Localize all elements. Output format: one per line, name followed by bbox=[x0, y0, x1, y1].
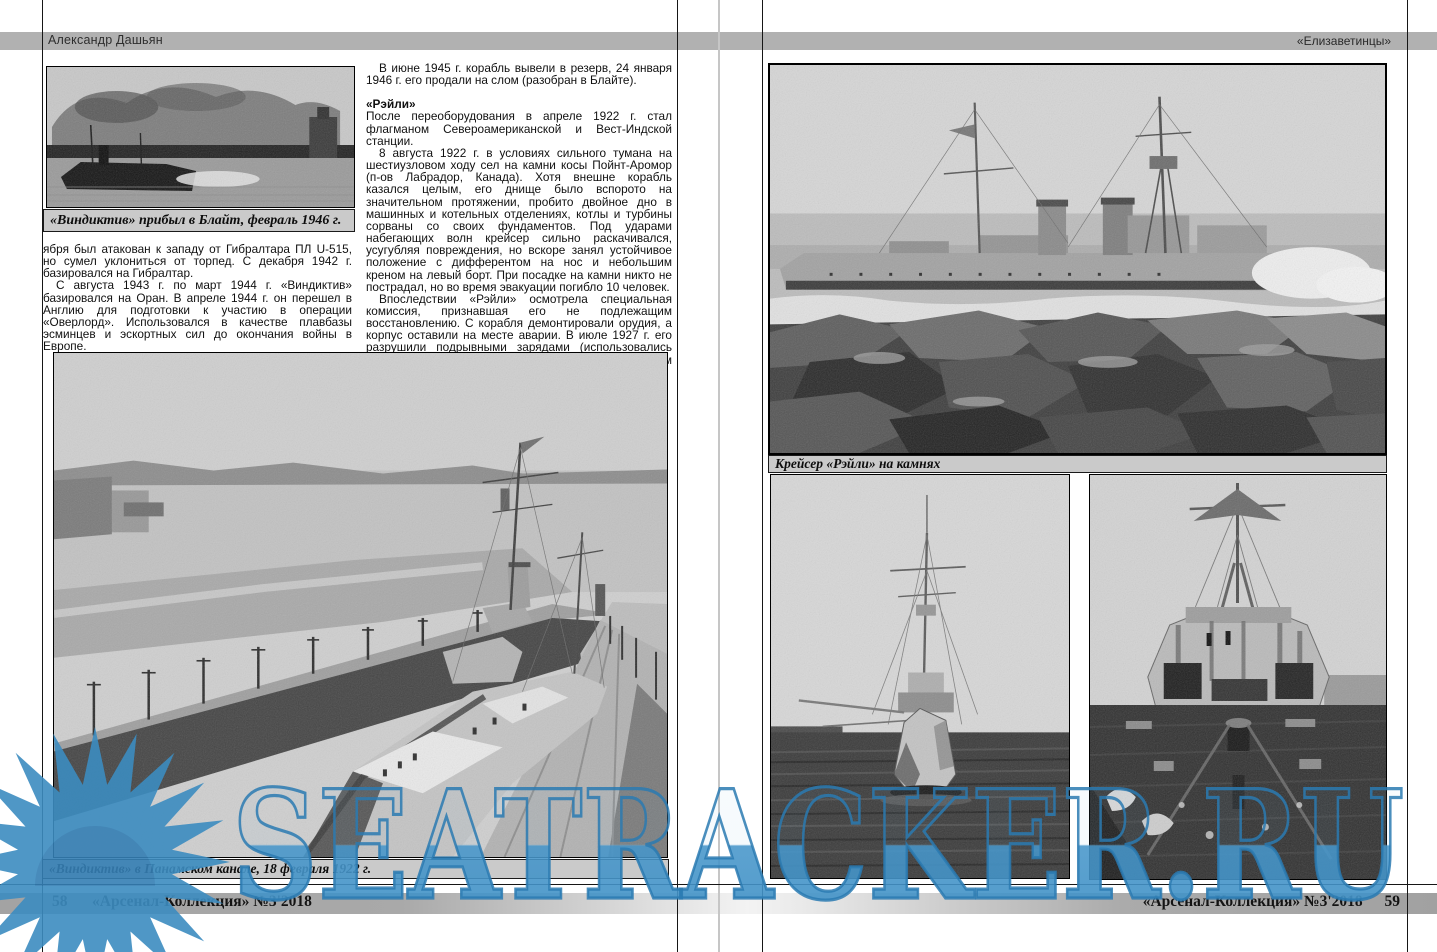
photo-raleigh-deck-view bbox=[1089, 474, 1387, 880]
header-author-name: Александр Дашьян bbox=[48, 33, 163, 47]
crop-line-right bbox=[1407, 0, 1408, 952]
crop-line-center-right bbox=[762, 0, 763, 952]
paragraph: ября был атакован к западу от Гибралтара… bbox=[43, 243, 352, 279]
journal-title-left: «Арсенал-Коллекция» №3'2018 bbox=[92, 893, 312, 911]
caption-text: Крейсер «Рэйли» на камнях bbox=[775, 456, 940, 472]
photo-raleigh-bow-view bbox=[770, 474, 1070, 879]
header-section-title: «Елизаветинцы» bbox=[1297, 34, 1391, 48]
crop-line-center-left bbox=[677, 0, 678, 952]
crop-line-bottom bbox=[0, 884, 1437, 885]
page-fold-line bbox=[718, 0, 720, 952]
page-number-left: 58 bbox=[52, 893, 68, 911]
photo-caption: «Виндиктив» в Панамском канале, 18 февра… bbox=[42, 859, 669, 879]
footer-right: «Арсенал-Коллекция» №3'2018 59 bbox=[1143, 893, 1400, 911]
paragraph: В июне 1945 г. корабль вывели в резерв, … bbox=[366, 62, 672, 86]
article-column-1: ября был атакован к западу от Гибралтара… bbox=[43, 243, 352, 352]
photo-vindictive-panama-canal bbox=[53, 352, 668, 858]
paragraph: 8 августа 1922 г. в условиях сильного ту… bbox=[366, 147, 672, 293]
journal-title-right: «Арсенал-Коллекция» №3'2018 bbox=[1143, 893, 1363, 910]
photo-caption: Крейсер «Рэйли» на камнях bbox=[768, 455, 1387, 473]
page-number-right: 59 bbox=[1385, 893, 1401, 910]
article-column-2: В июне 1945 г. корабль вывели в резерв, … bbox=[366, 62, 672, 378]
caption-text: «Виндиктив» прибыл в Блайт, февраль 1946… bbox=[50, 213, 341, 229]
photo-raleigh-on-rocks bbox=[768, 63, 1387, 455]
caption-text: «Виндиктив» в Панамском канале, 18 февра… bbox=[49, 861, 371, 877]
photo-caption: «Виндиктив» прибыл в Блайт, февраль 1946… bbox=[43, 209, 355, 232]
photo-vindictive-blyth bbox=[46, 66, 355, 208]
crop-line-left bbox=[42, 0, 43, 952]
paragraph: С августа 1943 г. по март 1944 г. «Винди… bbox=[43, 279, 352, 352]
magazine-spread: Александр Дашьян «Елизаветинцы» bbox=[0, 0, 1437, 952]
paragraph: После переоборудования в апреле 1922 г. … bbox=[366, 110, 672, 146]
